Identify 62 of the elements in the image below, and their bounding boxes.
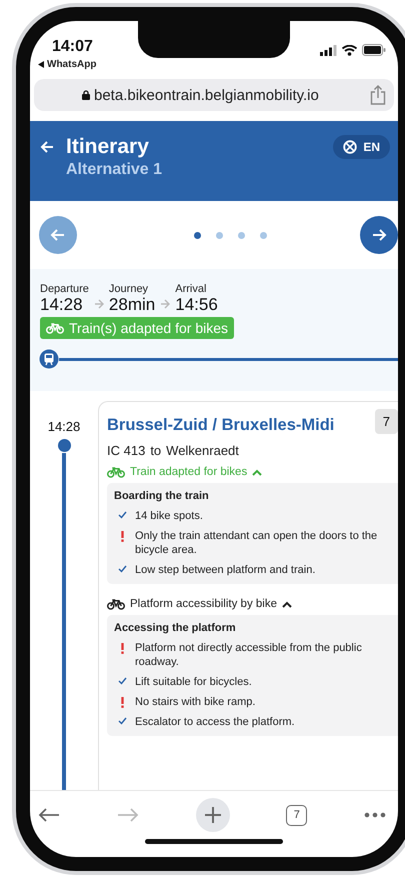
chevron-icon [282,600,292,608]
battery-icon [362,44,386,56]
more-icon[interactable] [364,812,386,818]
share-icon[interactable] [370,85,386,105]
next-button[interactable] [360,216,398,254]
check-icon [118,565,127,573]
chevron-icon [252,468,262,476]
bicycle-icon [107,598,125,610]
info-text: 14 bike spots. [135,509,203,523]
wifi-icon [342,44,357,56]
train-destination: Welkenraedt [166,443,239,458]
address-bar[interactable]: beta.bikeontrain.belgianmobility.io [34,79,394,111]
page-title: Itinerary [66,135,149,159]
step-label: Departure [40,283,89,295]
train-icon [39,349,59,369]
check-icon [118,717,127,725]
page-dot[interactable] [216,232,223,238]
right-arrow-icon [371,227,387,243]
bicycle-icon [107,466,125,478]
info-text: Only the train attendant can open the doors to the bicycle area. [135,529,378,557]
step-value: 28min [108,295,156,315]
back-triangle-icon [38,61,44,68]
url-text: beta.bikeontrain.belgianmobility.io [94,86,319,104]
signal-icon [320,44,337,56]
left-arrow-icon [50,227,66,243]
bicycle-icon [46,322,64,334]
info-text: Escalator to access the platform. [135,715,295,729]
status-time: 14:07 [52,38,93,56]
tabs-button[interactable]: 7 [286,804,308,826]
info-text: No stairs with bike ramp. [135,695,256,709]
info-text: Platform not directly accessible from the public roadway. [135,641,363,669]
arrow-icon [160,298,170,310]
back-arrow-icon[interactable] [40,140,54,154]
station-name: Brussel-Zuid / Bruxelles-Midi [107,416,334,435]
step-value: 14:28 [40,295,84,315]
info-text: Low step between platform and train. [135,563,316,577]
page-subtitle: Alternative 1 [66,161,164,179]
page-dot[interactable] [194,232,201,238]
platform-number: 7 [374,409,398,434]
lock-icon [82,90,90,100]
back-to-app-link[interactable]: WhatsApp [47,59,96,70]
page-dot[interactable] [260,232,267,238]
info-text: Lift suitable for bicycles. [135,675,252,689]
back-icon[interactable] [38,807,60,823]
train-number: IC 413 [107,443,146,458]
leg-time: 14:28 [48,419,80,434]
step-label: Journey [108,283,150,295]
globe-icon [343,140,358,154]
box-title: Accessing the platform [114,622,237,634]
arrow-icon [94,298,104,310]
box-title: Boarding the train [114,490,210,502]
page-dot[interactable] [238,232,245,238]
step-label: Arrival [175,283,208,295]
new-tab-icon[interactable] [196,798,230,832]
timeline-dot [58,439,70,452]
train-to: to [150,443,162,458]
check-icon [118,677,127,685]
check-icon [118,511,127,519]
step-value: 14:56 [175,295,218,315]
language-button[interactable]: EN [333,135,390,159]
badge-text: Train(s) adapted for bikes [69,320,228,336]
section-toggle[interactable]: Platform accessibility by bike [107,598,292,610]
